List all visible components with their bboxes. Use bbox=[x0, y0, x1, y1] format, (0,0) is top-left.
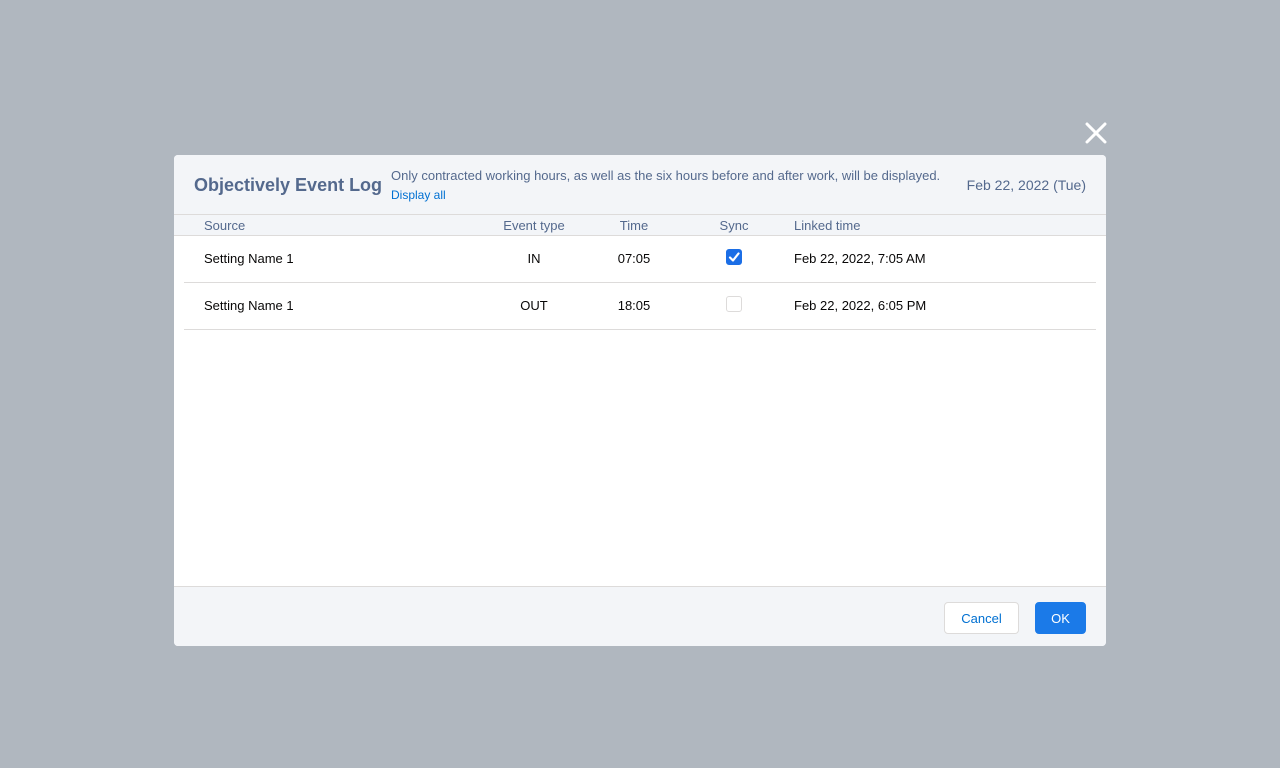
display-all-link[interactable]: Display all bbox=[391, 188, 446, 202]
table-header: Source Event type Time Sync Linked time bbox=[174, 215, 1106, 236]
header-event-type: Event type bbox=[503, 218, 565, 233]
close-button[interactable] bbox=[1083, 120, 1109, 146]
close-icon bbox=[1083, 120, 1109, 146]
modal-footer: Cancel OK bbox=[174, 586, 1106, 646]
table-row: Setting Name 1 IN 07:05 Feb 22, 2022, 7:… bbox=[184, 236, 1096, 283]
modal-header: Objectively Event Log Only contracted wo… bbox=[174, 155, 1106, 215]
event-table-body: Setting Name 1 IN 07:05 Feb 22, 2022, 7:… bbox=[184, 236, 1096, 330]
header-linked-time: Linked time bbox=[794, 218, 861, 233]
source-cell: Setting Name 1 bbox=[204, 251, 294, 266]
header-sync: Sync bbox=[719, 218, 749, 233]
modal-title: Objectively Event Log bbox=[194, 175, 383, 195]
table-row: Setting Name 1 OUT 18:05 Feb 22, 2022, 6… bbox=[184, 283, 1096, 330]
time-cell: 18:05 bbox=[617, 298, 651, 313]
time-cell: 07:05 bbox=[617, 251, 651, 266]
checkmark-icon bbox=[727, 250, 741, 264]
header-source: Source bbox=[204, 218, 246, 233]
event-type-cell: OUT bbox=[520, 298, 548, 313]
header-time: Time bbox=[619, 218, 649, 233]
linked-time-cell: Feb 22, 2022, 6:05 PM bbox=[794, 298, 927, 313]
event-type-cell: IN bbox=[527, 251, 541, 266]
sync-checkbox[interactable] bbox=[726, 296, 742, 312]
date-label: Feb 22, 2022 (Tue) bbox=[966, 177, 1086, 193]
cancel-button[interactable]: Cancel bbox=[944, 602, 1019, 634]
display-notice: Only contracted working hours, as well a… bbox=[391, 168, 941, 183]
source-cell: Setting Name 1 bbox=[204, 298, 294, 313]
event-log-modal: Objectively Event Log Only contracted wo… bbox=[174, 155, 1106, 646]
linked-time-cell: Feb 22, 2022, 7:05 AM bbox=[794, 251, 926, 266]
ok-button[interactable]: OK bbox=[1035, 602, 1086, 634]
sync-checkbox[interactable] bbox=[726, 249, 742, 265]
